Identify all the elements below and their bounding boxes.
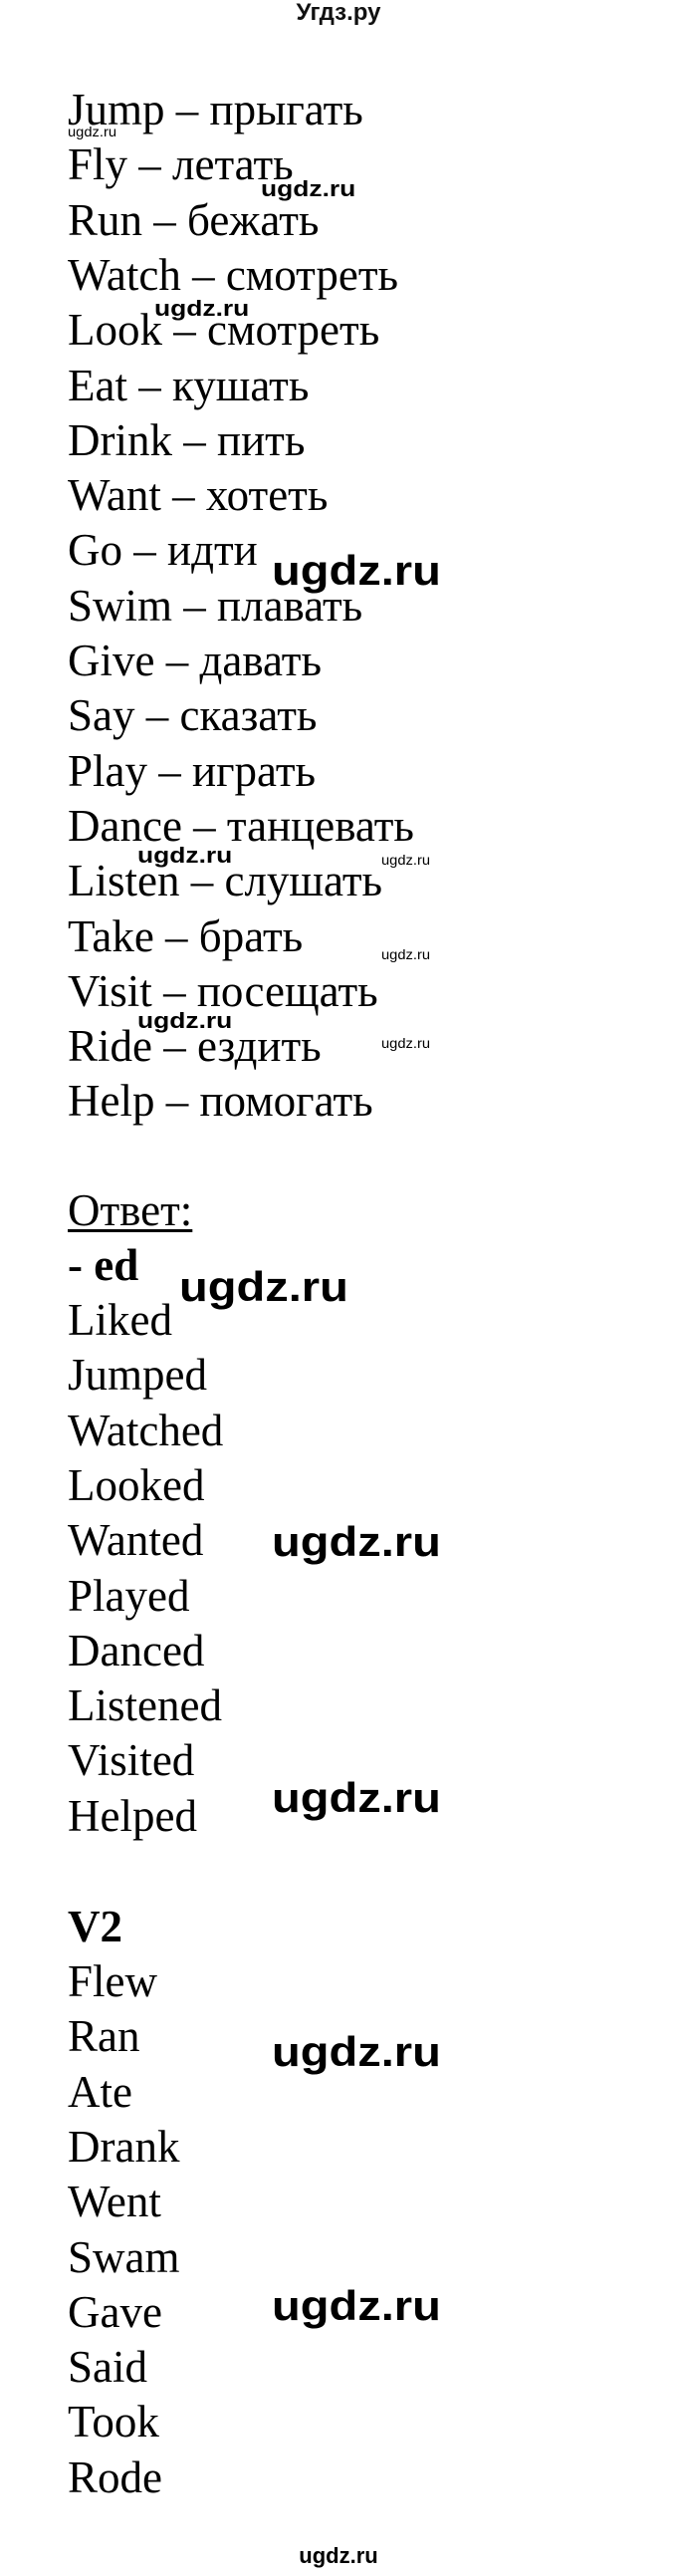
vocab-item: Run – бежать [68, 194, 320, 245]
vocab-item: Fly – летать [68, 139, 294, 190]
v2-word: Drank [68, 2121, 180, 2172]
ed-word: Jumped [68, 1350, 207, 1401]
vocab-item: Go – идти [68, 525, 258, 576]
v2-word: Ate [68, 2066, 132, 2117]
ed-word: Danced [68, 1625, 205, 1675]
v2-word: Said [68, 2342, 148, 2393]
vocab-item: Say – сказать [68, 690, 318, 741]
vocab-item: Drink – пить [68, 414, 306, 465]
watermark: ugdz.ru [272, 1774, 441, 1821]
vocab-item: Dance – танцевать [68, 800, 414, 851]
watermark: ugdz.ru [68, 124, 117, 139]
watermark: ugdz.ru [137, 843, 233, 868]
watermark: ugdz.ru [272, 547, 441, 594]
vocab-item: Take – брать [68, 910, 304, 961]
watermark: ugdz.ru [137, 1008, 233, 1033]
site-header-title: Угдз.ру [296, 0, 381, 26]
vocab-item: Give – давать [68, 636, 322, 685]
v2-word: Rode [68, 2451, 162, 2502]
v2-word: Took [68, 2397, 159, 2447]
watermark: ugdz.ru [154, 296, 250, 321]
answer-label: Ответ: [68, 1185, 193, 1235]
footer-watermark: ugdz.ru [299, 2543, 378, 2568]
v2-heading: V2 [68, 1902, 122, 1951]
ed-word: Liked [68, 1295, 172, 1345]
watermark: ugdz.ru [381, 946, 431, 962]
watermark: ugdz.ru [381, 1035, 431, 1051]
ed-word: Visited [68, 1735, 195, 1786]
vocab-item: Eat – кушать [68, 360, 310, 410]
watermark: ugdz.ru [381, 852, 431, 868]
ed-word: Helped [68, 1790, 197, 1841]
vocab-item: Help – помогать [68, 1076, 373, 1127]
v2-word: Flew [68, 1956, 157, 2006]
ed-word: Wanted [68, 1515, 204, 1566]
watermark: ugdz.ru [179, 1263, 348, 1310]
watermark: ugdz.ru [272, 1518, 441, 1565]
ed-heading: - ed [68, 1240, 139, 1290]
watermark: ugdz.ru [261, 176, 356, 201]
v2-word: Swam [68, 2231, 180, 2282]
v2-word: Ran [68, 2011, 140, 2062]
vocab-item: Play – играть [68, 745, 317, 796]
ed-word: Played [68, 1570, 190, 1621]
v2-word: Gave [68, 2286, 162, 2337]
watermark: ugdz.ru [272, 2282, 441, 2329]
ed-word: Looked [68, 1459, 205, 1510]
vocab-item: Watch – смотреть [68, 249, 399, 300]
v2-word: Went [68, 2177, 161, 2227]
vocab-item: Want – хотеть [68, 470, 329, 521]
watermark: ugdz.ru [272, 2028, 441, 2075]
ed-word: Watched [68, 1405, 224, 1455]
ed-word: Listened [68, 1680, 222, 1731]
